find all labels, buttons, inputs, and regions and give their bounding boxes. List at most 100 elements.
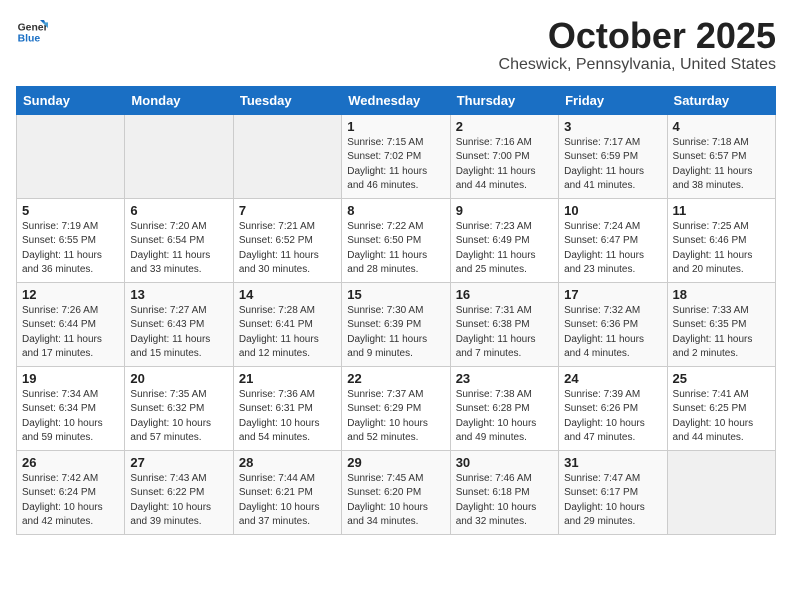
calendar-cell: 26Sunrise: 7:42 AM Sunset: 6:24 PM Dayli… (17, 450, 125, 534)
day-info: Sunrise: 7:28 AM Sunset: 6:41 PM Dayligh… (239, 304, 336, 362)
day-info: Sunrise: 7:37 AM Sunset: 6:29 PM Dayligh… (347, 388, 444, 446)
day-number: 30 (456, 455, 553, 470)
day-number: 21 (239, 371, 336, 386)
calendar-week-0: 1 Sunrise: 7:15 AM Sunset: 7:02 PM Daylig… (17, 114, 776, 198)
day-number: 14 (239, 287, 336, 302)
day-number: 18 (673, 287, 770, 302)
day-info: Sunrise: 7:23 AM Sunset: 6:49 PM Dayligh… (456, 220, 553, 278)
day-number: 10 (564, 203, 661, 218)
logo-icon: General Blue (16, 16, 48, 48)
calendar-cell: 27 Sunrise: 7:43 AM Sunset: 6:22 PM Dayli… (125, 450, 233, 534)
day-number: 24 (564, 371, 661, 386)
day-info: Sunrise: 7:30 AM Sunset: 6:39 PM Dayligh… (347, 304, 444, 362)
calendar-title: October 2025 (499, 16, 776, 56)
day-number: 26 (22, 455, 119, 470)
calendar-cell: 25Sunrise: 7:41 AM Sunset: 6:25 PM Dayli… (667, 366, 775, 450)
calendar-cell: 4 Sunrise: 7:18 AM Sunset: 6:57 PM Daylig… (667, 114, 775, 198)
day-number: 4 (673, 119, 770, 134)
day-number: 27 (130, 455, 227, 470)
calendar-cell: 5 Sunrise: 7:19 AM Sunset: 6:55 PM Daylig… (17, 198, 125, 282)
day-info: Sunrise: 7:33 AM Sunset: 6:35 PM Dayligh… (673, 304, 770, 362)
calendar-cell: 12 Sunrise: 7:26 AM Sunset: 6:44 PM Dayli… (17, 282, 125, 366)
day-info: Sunrise: 7:22 AM Sunset: 6:50 PM Dayligh… (347, 220, 444, 278)
calendar-cell: 28 Sunrise: 7:44 AM Sunset: 6:21 PM Dayli… (233, 450, 341, 534)
day-number: 11 (673, 203, 770, 218)
day-info: Sunrise: 7:19 AM Sunset: 6:55 PM Dayligh… (22, 220, 119, 278)
day-info: Sunrise: 7:31 AM Sunset: 6:38 PM Dayligh… (456, 304, 553, 362)
day-number: 5 (22, 203, 119, 218)
calendar-cell: 11 Sunrise: 7:25 AM Sunset: 6:46 PM Dayli… (667, 198, 775, 282)
col-sunday: Sunday (17, 86, 125, 114)
col-tuesday: Tuesday (233, 86, 341, 114)
day-number: 1 (347, 119, 444, 134)
calendar-cell: 13Sunrise: 7:27 AM Sunset: 6:43 PM Dayli… (125, 282, 233, 366)
calendar-cell: 20 Sunrise: 7:35 AM Sunset: 6:32 PM Dayli… (125, 366, 233, 450)
day-number: 8 (347, 203, 444, 218)
col-wednesday: Wednesday (342, 86, 450, 114)
day-info: Sunrise: 7:16 AM Sunset: 7:00 PM Dayligh… (456, 136, 553, 194)
calendar-cell: 16Sunrise: 7:31 AM Sunset: 6:38 PM Dayli… (450, 282, 558, 366)
day-number: 13 (130, 287, 227, 302)
calendar-cell (125, 114, 233, 198)
day-info: Sunrise: 7:25 AM Sunset: 6:46 PM Dayligh… (673, 220, 770, 278)
title-area: October 2025 Cheswick, Pennsylvania, Uni… (499, 16, 776, 74)
day-number: 2 (456, 119, 553, 134)
calendar-cell: 10Sunrise: 7:24 AM Sunset: 6:47 PM Dayli… (559, 198, 667, 282)
day-number: 28 (239, 455, 336, 470)
day-number: 9 (456, 203, 553, 218)
calendar-cell: 7Sunrise: 7:21 AM Sunset: 6:52 PM Daylig… (233, 198, 341, 282)
calendar-cell: 3 Sunrise: 7:17 AM Sunset: 6:59 PM Daylig… (559, 114, 667, 198)
calendar-cell: 15 Sunrise: 7:30 AM Sunset: 6:39 PM Dayli… (342, 282, 450, 366)
calendar-week-4: 26Sunrise: 7:42 AM Sunset: 6:24 PM Dayli… (17, 450, 776, 534)
calendar-cell: 8 Sunrise: 7:22 AM Sunset: 6:50 PM Daylig… (342, 198, 450, 282)
day-number: 20 (130, 371, 227, 386)
day-info: Sunrise: 7:46 AM Sunset: 6:18 PM Dayligh… (456, 472, 553, 530)
day-info: Sunrise: 7:45 AM Sunset: 6:20 PM Dayligh… (347, 472, 444, 530)
calendar-cell: 22 Sunrise: 7:37 AM Sunset: 6:29 PM Dayli… (342, 366, 450, 450)
day-number: 19 (22, 371, 119, 386)
calendar-cell: 6 Sunrise: 7:20 AM Sunset: 6:54 PM Daylig… (125, 198, 233, 282)
day-info: Sunrise: 7:35 AM Sunset: 6:32 PM Dayligh… (130, 388, 227, 446)
calendar-week-3: 19 Sunrise: 7:34 AM Sunset: 6:34 PM Dayli… (17, 366, 776, 450)
day-number: 3 (564, 119, 661, 134)
day-info: Sunrise: 7:44 AM Sunset: 6:21 PM Dayligh… (239, 472, 336, 530)
calendar-cell (233, 114, 341, 198)
calendar-week-2: 12 Sunrise: 7:26 AM Sunset: 6:44 PM Dayli… (17, 282, 776, 366)
svg-text:Blue: Blue (18, 34, 41, 45)
day-info: Sunrise: 7:32 AM Sunset: 6:36 PM Dayligh… (564, 304, 661, 362)
header-row: Sunday Monday Tuesday Wednesday Thursday… (17, 86, 776, 114)
day-info: Sunrise: 7:43 AM Sunset: 6:22 PM Dayligh… (130, 472, 227, 530)
calendar-cell: 14 Sunrise: 7:28 AM Sunset: 6:41 PM Dayli… (233, 282, 341, 366)
day-info: Sunrise: 7:38 AM Sunset: 6:28 PM Dayligh… (456, 388, 553, 446)
calendar-cell: 2 Sunrise: 7:16 AM Sunset: 7:00 PM Daylig… (450, 114, 558, 198)
day-info: Sunrise: 7:17 AM Sunset: 6:59 PM Dayligh… (564, 136, 661, 194)
col-thursday: Thursday (450, 86, 558, 114)
calendar-cell: 9 Sunrise: 7:23 AM Sunset: 6:49 PM Daylig… (450, 198, 558, 282)
day-info: Sunrise: 7:18 AM Sunset: 6:57 PM Dayligh… (673, 136, 770, 194)
day-number: 12 (22, 287, 119, 302)
day-info: Sunrise: 7:20 AM Sunset: 6:54 PM Dayligh… (130, 220, 227, 278)
col-monday: Monday (125, 86, 233, 114)
day-info: Sunrise: 7:36 AM Sunset: 6:31 PM Dayligh… (239, 388, 336, 446)
calendar-cell: 31 Sunrise: 7:47 AM Sunset: 6:17 PM Dayli… (559, 450, 667, 534)
day-info: Sunrise: 7:15 AM Sunset: 7:02 PM Dayligh… (347, 136, 444, 194)
calendar-cell (17, 114, 125, 198)
logo: General Blue (16, 16, 48, 48)
svg-text:General: General (18, 22, 48, 33)
day-number: 31 (564, 455, 661, 470)
day-info: Sunrise: 7:26 AM Sunset: 6:44 PM Dayligh… (22, 304, 119, 362)
calendar-cell: 18 Sunrise: 7:33 AM Sunset: 6:35 PM Dayli… (667, 282, 775, 366)
calendar-cell: 1 Sunrise: 7:15 AM Sunset: 7:02 PM Daylig… (342, 114, 450, 198)
calendar-cell: 23Sunrise: 7:38 AM Sunset: 6:28 PM Dayli… (450, 366, 558, 450)
calendar-subtitle: Cheswick, Pennsylvania, United States (499, 56, 776, 74)
day-number: 22 (347, 371, 444, 386)
day-number: 15 (347, 287, 444, 302)
day-info: Sunrise: 7:34 AM Sunset: 6:34 PM Dayligh… (22, 388, 119, 446)
day-number: 29 (347, 455, 444, 470)
col-friday: Friday (559, 86, 667, 114)
day-info: Sunrise: 7:47 AM Sunset: 6:17 PM Dayligh… (564, 472, 661, 530)
calendar-cell: 19 Sunrise: 7:34 AM Sunset: 6:34 PM Dayli… (17, 366, 125, 450)
calendar-cell: 17Sunrise: 7:32 AM Sunset: 6:36 PM Dayli… (559, 282, 667, 366)
day-number: 6 (130, 203, 227, 218)
day-number: 25 (673, 371, 770, 386)
